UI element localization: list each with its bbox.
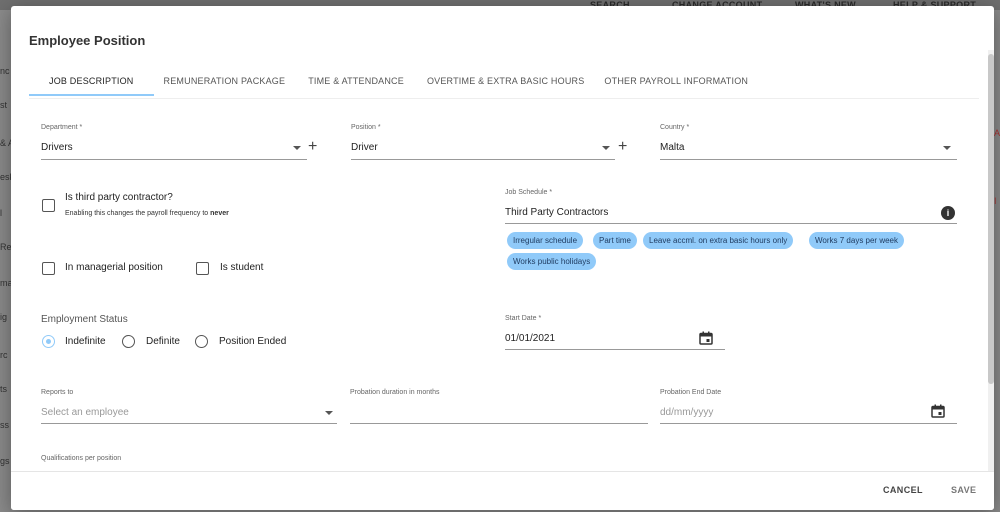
radio-indefinite-label: Indefinite xyxy=(65,336,106,347)
underline xyxy=(505,349,725,350)
bg-left-label: ss xyxy=(0,420,9,430)
job-schedule-select[interactable]: Job Schedule * Third Party Contractors xyxy=(505,189,957,225)
underline xyxy=(660,159,957,160)
employee-position-dialog: Employee Position JOB DESCRIPTION REMUNE… xyxy=(11,6,994,510)
country-value: Malta xyxy=(660,142,685,153)
tab-overtime[interactable]: OVERTIME & EXTRA BASIC HOURS xyxy=(424,66,604,96)
radio-indefinite[interactable] xyxy=(42,335,55,348)
probation-duration-label: Probation duration in months xyxy=(350,389,440,396)
student-label: Is student xyxy=(220,262,264,273)
bg-left-label: gs xyxy=(0,456,10,466)
schedule-chip: Works public holidays xyxy=(507,253,597,270)
tab-bar: JOB DESCRIPTION REMUNERATION PACKAGE TIM… xyxy=(29,66,768,96)
third-party-label: Is third party contractor? xyxy=(65,192,173,203)
tab-time-attendance[interactable]: TIME & ATTENDANCE xyxy=(305,66,424,96)
third-party-checkbox[interactable] xyxy=(42,199,55,212)
position-value: Driver xyxy=(351,142,378,153)
tab-other-payroll[interactable]: OTHER PAYROLL INFORMATION xyxy=(604,66,768,96)
cancel-button[interactable]: CANCEL xyxy=(883,485,923,495)
bg-left-label: & A xyxy=(0,138,11,148)
radio-position-ended-label: Position Ended xyxy=(219,336,287,347)
bg-left-label: ts xyxy=(0,384,8,394)
save-button[interactable]: SAVE xyxy=(951,485,976,495)
managerial-checkbox[interactable] xyxy=(42,262,55,275)
dialog-footer: CANCEL SAVE xyxy=(11,471,994,510)
country-label: Country * xyxy=(660,124,690,131)
calendar-icon[interactable] xyxy=(699,331,713,345)
schedule-chip: Irregular schedule xyxy=(507,232,584,249)
bg-left-label: esk xyxy=(0,172,11,182)
underline xyxy=(505,223,957,224)
start-date-label: Start Date * xyxy=(505,315,542,322)
bg-left-label: nc xyxy=(0,66,10,76)
position-label: Position * xyxy=(351,124,381,131)
department-label: Department * xyxy=(41,124,83,131)
start-date-value: 01/01/2021 xyxy=(505,333,556,344)
bg-left-label: rc xyxy=(0,350,8,360)
employment-status-title: Employment Status xyxy=(41,314,128,325)
probation-duration-input[interactable]: Probation duration in months xyxy=(350,389,648,425)
underline xyxy=(351,159,615,160)
underline xyxy=(41,423,337,424)
radio-definite[interactable] xyxy=(122,335,135,348)
job-schedule-label: Job Schedule * xyxy=(505,189,553,196)
calendar-icon[interactable] xyxy=(931,404,945,418)
probation-end-label: Probation End Date xyxy=(660,389,722,396)
tab-divider xyxy=(29,98,979,99)
reports-to-label: Reports to xyxy=(41,389,74,396)
qualifications-label: Qualifications per position xyxy=(41,455,122,462)
probation-end-date-field[interactable]: Probation End Date dd/mm/yyyy xyxy=(660,389,957,425)
reports-to-select[interactable]: Reports to Select an employee xyxy=(41,389,337,425)
add-department-icon[interactable]: + xyxy=(308,139,317,155)
department-select[interactable]: Department * Drivers xyxy=(41,124,321,160)
bg-left-label: ig xyxy=(0,312,8,322)
add-position-icon[interactable]: + xyxy=(618,139,627,155)
dialog-title: Employee Position xyxy=(29,33,146,48)
radio-position-ended[interactable] xyxy=(195,335,208,348)
radio-definite-label: Definite xyxy=(146,336,180,347)
chevron-down-icon xyxy=(943,146,951,150)
position-select[interactable]: Position * Driver xyxy=(351,124,621,160)
reports-to-placeholder: Select an employee xyxy=(41,407,129,418)
managerial-label: In managerial position xyxy=(65,262,163,273)
bg-left-label: ma xyxy=(0,278,11,288)
chevron-down-icon xyxy=(325,411,333,415)
schedule-chip: Part time xyxy=(593,232,638,249)
underline xyxy=(41,159,307,160)
job-schedule-value: Third Party Contractors xyxy=(505,207,609,218)
underline xyxy=(350,423,648,424)
info-icon[interactable]: i xyxy=(941,206,955,220)
schedule-chip: Works 7 days per week xyxy=(809,232,904,249)
bg-left-label: st xyxy=(0,100,8,110)
probation-end-placeholder: dd/mm/yyyy xyxy=(660,407,714,418)
start-date-field[interactable]: Start Date * 01/01/2021 xyxy=(505,315,725,351)
bg-right-label: A xyxy=(994,128,1000,138)
student-checkbox[interactable] xyxy=(196,262,209,275)
chevron-down-icon xyxy=(602,146,610,150)
third-party-hint: Enabling this changes the payroll freque… xyxy=(65,210,229,217)
department-value: Drivers xyxy=(41,142,73,153)
scrollbar-thumb[interactable] xyxy=(988,54,994,384)
underline xyxy=(660,423,957,424)
chevron-down-icon xyxy=(293,146,301,150)
bg-right-label: I xyxy=(994,196,997,206)
schedule-chip: Leave accml. on extra basic hours only xyxy=(643,232,794,249)
tab-remuneration-package[interactable]: REMUNERATION PACKAGE xyxy=(154,66,306,96)
bg-left-label: Re xyxy=(0,242,11,252)
bg-left-label: l xyxy=(0,208,2,218)
tab-job-description[interactable]: JOB DESCRIPTION xyxy=(29,66,154,96)
country-select[interactable]: Country * Malta xyxy=(660,124,958,160)
